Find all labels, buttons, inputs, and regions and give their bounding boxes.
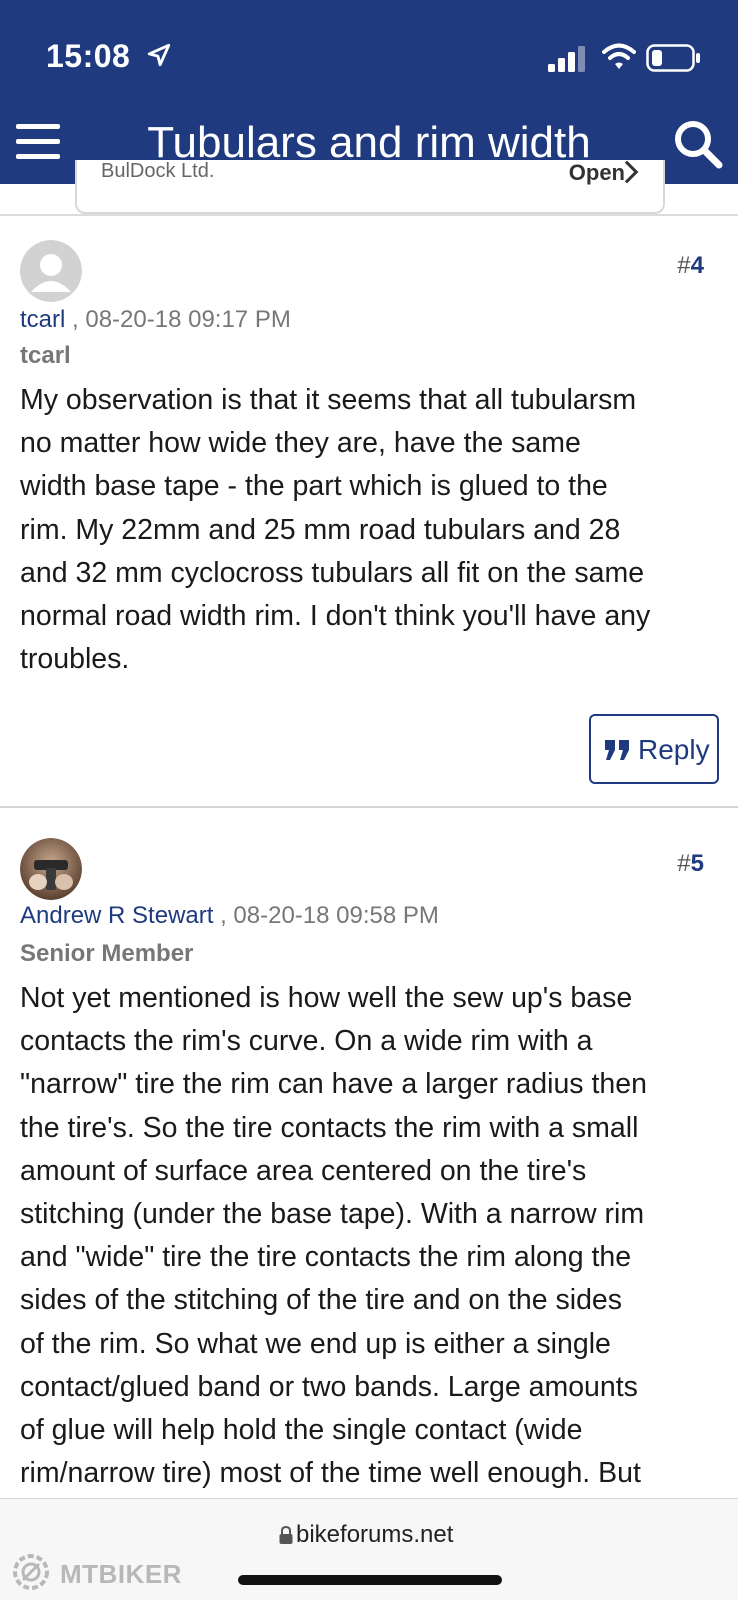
ad-banner[interactable]: BulDock Ltd. Open bbox=[75, 160, 665, 214]
username-link[interactable]: Andrew R Stewart bbox=[20, 902, 213, 929]
post-body: My observation is that it seems that all… bbox=[20, 379, 714, 681]
body-line: troubles. bbox=[20, 643, 130, 676]
user-rank: tcarl bbox=[20, 342, 71, 369]
body-line: of glue will help hold the single contac… bbox=[20, 1414, 583, 1447]
post-number-prefix: # bbox=[677, 252, 691, 279]
browser-address-bar: bikeforums.net MTBIKER bbox=[0, 1498, 738, 1600]
body-line: the tire's. So the tire contacts the rim… bbox=[20, 1111, 639, 1144]
post-meta: tcarl , 08-20-18 09:17 PM bbox=[20, 306, 291, 334]
location-arrow-icon bbox=[147, 43, 171, 67]
post-meta: Andrew R Stewart , 08-20-18 09:58 PM bbox=[20, 902, 439, 930]
body-line: and "wide" tire the tire contacts the ri… bbox=[20, 1241, 632, 1274]
wifi-icon bbox=[602, 43, 636, 69]
post-divider bbox=[0, 806, 738, 808]
divider bbox=[0, 214, 738, 216]
body-line: Not yet mentioned is how well the sew up… bbox=[20, 982, 633, 1014]
meta-separator: , bbox=[65, 306, 86, 333]
post-body: Not yet mentioned is how well the sew up… bbox=[20, 977, 714, 1495]
post-datetime: 08-20-18 09:17 PM bbox=[85, 306, 291, 333]
body-line: "narrow" tire the rim can have a larger … bbox=[20, 1068, 647, 1101]
default-avatar-icon[interactable] bbox=[20, 240, 82, 302]
body-line: contact/glued band or two bands. Large a… bbox=[20, 1370, 638, 1403]
post-number-value: 5 bbox=[690, 850, 704, 877]
post-datetime: 08-20-18 09:58 PM bbox=[233, 902, 439, 929]
url-domain[interactable]: bikeforums.net bbox=[296, 1521, 453, 1549]
ad-advertiser: BulDock Ltd. bbox=[101, 160, 215, 182]
body-line: contacts the rim's curve. On a wide rim … bbox=[20, 1025, 593, 1058]
meta-separator: , bbox=[213, 902, 234, 929]
home-indicator[interactable] bbox=[238, 1575, 502, 1585]
username-link[interactable]: tcarl bbox=[20, 306, 65, 333]
body-line: rim. My 22mm and 25 mm road tubulars and… bbox=[20, 513, 621, 546]
status-time: 15:08 bbox=[46, 38, 131, 74]
post-number[interactable]: #5 bbox=[677, 850, 704, 878]
status-bar: 15:08 bbox=[0, 0, 738, 96]
battery-icon bbox=[646, 44, 700, 72]
search-icon[interactable] bbox=[672, 118, 724, 170]
lock-icon bbox=[279, 1525, 293, 1544]
watermark-text: MTBIKER bbox=[60, 1559, 182, 1589]
mtbiker-logo-icon bbox=[13, 1554, 49, 1590]
body-line: of the rim. So what we end up is either … bbox=[20, 1327, 611, 1360]
body-line: sides of the stitching of the tire and o… bbox=[20, 1284, 623, 1317]
user-rank: Senior Member bbox=[20, 940, 194, 967]
reply-label: Reply bbox=[638, 734, 710, 765]
body-line: width base tape - the part which is glue… bbox=[20, 470, 608, 503]
body-line: stitching (under the base tape). With a … bbox=[20, 1198, 645, 1231]
body-line: no matter how wide they are, have the sa… bbox=[20, 427, 581, 460]
post-number[interactable]: #4 bbox=[677, 252, 704, 280]
body-line: and 32 mm cyclocross tubulars all fit on… bbox=[20, 556, 645, 589]
body-line: My observation is that it seems that all… bbox=[20, 384, 637, 416]
user-photo-avatar[interactable] bbox=[20, 838, 82, 900]
body-line: amount of surface area centered on the t… bbox=[20, 1154, 587, 1187]
body-line: rim/narrow tire) most of the time well e… bbox=[20, 1457, 641, 1490]
post-number-value: 4 bbox=[690, 252, 704, 279]
body-line: normal road width rim. I don't think you… bbox=[20, 600, 651, 633]
signal-icon bbox=[548, 46, 585, 72]
reply-button[interactable]: Reply bbox=[589, 714, 719, 784]
quote-icon bbox=[605, 740, 629, 760]
post-number-prefix: # bbox=[677, 850, 691, 877]
